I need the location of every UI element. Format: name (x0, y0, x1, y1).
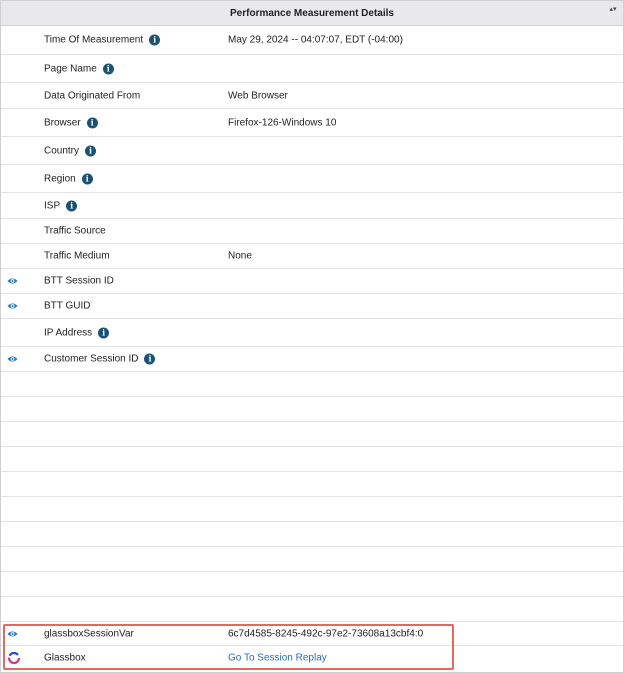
eye-icon[interactable] (7, 277, 18, 285)
performance-details-panel: Performance Measurement Details ▴▾ Time … (0, 0, 624, 673)
detail-label: Region i (44, 173, 93, 184)
session-replay-link[interactable]: Go To Session Replay (228, 653, 327, 664)
detail-value: Firefox-126-Windows 10 (228, 117, 337, 128)
glassbox-session-var-row: glassboxSessionVar 6c7d4585-8245-492c-97e… (1, 622, 623, 646)
empty-row (1, 497, 623, 522)
detail-label: Traffic Source (44, 226, 106, 237)
detail-label-text: glassboxSessionVar (44, 628, 134, 639)
detail-row: BTT GUID (1, 294, 623, 319)
info-icon[interactable]: i (86, 117, 98, 128)
empty-row (1, 447, 623, 472)
detail-value: May 29, 2024 -- 04:07:07, EDT (-04:00) (228, 34, 403, 46)
detail-label-text: BTT GUID (44, 300, 91, 312)
detail-row: Data Originated From Web Browser (1, 83, 623, 109)
detail-label: Traffic Medium (44, 251, 110, 262)
detail-row: Region i (1, 165, 623, 193)
detail-label: Glassbox (44, 653, 86, 664)
detail-row: Country i (1, 137, 623, 165)
detail-label: Time Of Measurement i (44, 34, 161, 46)
info-icon[interactable]: i (85, 145, 97, 156)
detail-value: Web Browser (228, 90, 288, 101)
detail-label-text: Data Originated From (44, 90, 141, 101)
detail-row: Customer Session ID i (1, 347, 623, 372)
detail-label-text: Traffic Medium (44, 250, 110, 262)
details-rows: Time Of Measurement i May 29, 2024 -- 04:0… (1, 26, 623, 670)
sort-icon[interactable]: ▴▾ (609, 6, 617, 19)
eye-icon[interactable] (7, 355, 18, 363)
detail-row: IP Address i (1, 319, 623, 347)
empty-row (1, 522, 623, 547)
detail-row: BTT Session ID (1, 269, 623, 294)
detail-label-text: Time Of Measurement (44, 34, 144, 46)
detail-label-text: Region (44, 173, 76, 184)
detail-label: BTT GUID (44, 301, 90, 312)
empty-row (1, 572, 623, 597)
detail-label-text: Glassbox (44, 652, 86, 664)
detail-row: Time Of Measurement i May 29, 2024 -- 04:0… (1, 26, 623, 55)
detail-label-text: IP Address (44, 327, 93, 338)
empty-row (1, 547, 623, 572)
info-icon[interactable]: i (81, 173, 93, 184)
detail-label: glassboxSessionVar (44, 628, 134, 639)
detail-label-text: ISP (44, 200, 61, 211)
detail-row: Traffic Medium None (1, 244, 623, 269)
glassbox-logo-icon (7, 651, 21, 665)
detail-label: ISP i (44, 200, 78, 211)
info-icon[interactable]: i (102, 63, 114, 74)
empty-row (1, 372, 623, 397)
panel-title: Performance Measurement Details (230, 7, 394, 19)
detail-label-text: Country (44, 145, 80, 156)
panel-header[interactable]: Performance Measurement Details ▴▾ (1, 1, 623, 26)
detail-label: Country i (44, 145, 97, 156)
empty-row (1, 422, 623, 447)
info-icon[interactable]: i (144, 353, 156, 365)
detail-label-text: Browser (44, 117, 81, 128)
detail-label-text: Traffic Source (44, 225, 106, 237)
detail-label: Customer Session ID i (44, 353, 156, 365)
detail-label: BTT Session ID (44, 276, 114, 287)
detail-value: Go To Session Replay (228, 653, 327, 664)
detail-label: Page Name i (44, 63, 114, 74)
detail-row: Browser i Firefox-126-Windows 10 (1, 109, 623, 137)
eye-icon[interactable] (7, 302, 18, 310)
detail-label: Browser i (44, 117, 98, 128)
info-icon[interactable]: i (98, 327, 110, 338)
detail-value: 6c7d4585-8245-492c-97e2-73608a13cbf4:0 (228, 628, 424, 639)
empty-row (1, 472, 623, 497)
empty-row (1, 597, 623, 622)
detail-label-text: Customer Session ID (44, 353, 139, 365)
detail-label-text: Page Name (44, 63, 97, 74)
empty-row (1, 397, 623, 422)
detail-label-text: BTT Session ID (44, 275, 114, 287)
info-icon[interactable]: i (66, 200, 78, 211)
detail-label: IP Address i (44, 327, 110, 338)
detail-value: None (228, 250, 252, 262)
detail-row: Page Name i (1, 55, 623, 83)
detail-label: Data Originated From (44, 90, 140, 101)
eye-icon[interactable] (7, 630, 18, 638)
glassbox-row: Glassbox Go To Session Replay (1, 646, 623, 670)
info-icon[interactable]: i (149, 34, 161, 46)
detail-row: Traffic Source (1, 219, 623, 244)
detail-row: ISP i (1, 193, 623, 219)
